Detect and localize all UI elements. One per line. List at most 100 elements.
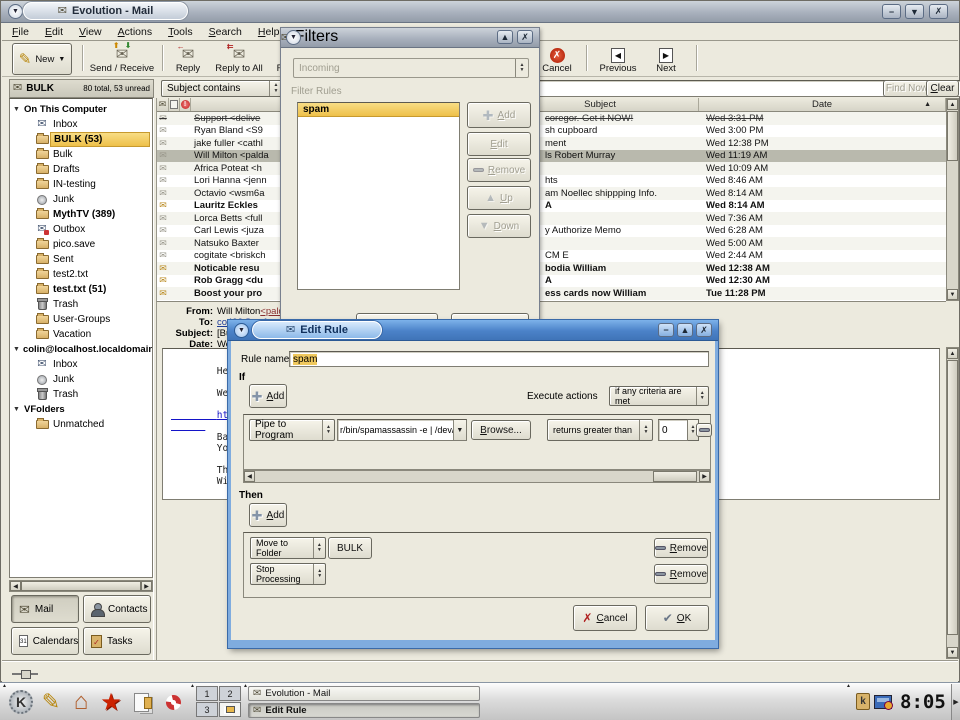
folder-tree-row[interactable]: ▼ Junk [10, 192, 152, 207]
menu-view[interactable]: View [79, 26, 102, 38]
scroll-left-icon[interactable]: ◀ [10, 581, 21, 591]
folder-tree-row[interactable]: ▼ colin@localhost.localdomain [10, 342, 152, 357]
pager-desktop-3[interactable]: 3 [196, 702, 218, 717]
window-menu-button[interactable]: ▼ [234, 323, 249, 338]
close-button[interactable]: ✗ [929, 4, 948, 19]
edit-rule-button[interactable]: Edit [467, 132, 531, 156]
switcher-mail-button[interactable]: ✉ Mail [11, 595, 79, 623]
editor-launcher[interactable]: ✎ [36, 687, 66, 717]
rule-name-input[interactable]: spam [289, 351, 709, 367]
home-launcher[interactable]: ⌂ [66, 687, 96, 717]
k-menu-button[interactable]: K [6, 687, 36, 717]
add-action-button[interactable]: ✚ Add [249, 503, 287, 527]
folder-tree-row[interactable]: ▼ VFolders [10, 402, 152, 417]
menu-edit[interactable]: Edit [45, 26, 63, 38]
main-titlebar[interactable]: ▼ ✉ Evolution - Mail − ▼ ✗ [1, 1, 959, 23]
filter-rules-list[interactable]: spam [297, 102, 460, 290]
shade-button[interactable]: ▲ [497, 30, 513, 44]
send-receive-button[interactable]: ✉⬆⬇ Send / Receive [86, 43, 158, 75]
folder-tree-row[interactable]: ▼ Drafts [10, 162, 152, 177]
add-criterion-button[interactable]: ✚ Add [249, 384, 287, 408]
folder-tree-row[interactable]: ▼ BULK (53) [10, 132, 152, 147]
criteria-horizontal-scrollbar[interactable]: ◀ ▶ [243, 470, 711, 483]
panel-clock[interactable]: 8:05 [900, 691, 946, 713]
close-button[interactable]: ✗ [517, 30, 533, 44]
pager-desktop-4[interactable] [219, 702, 241, 717]
task-edit-rule-button[interactable]: ✉ Edit Rule [248, 703, 480, 718]
folder-tree-row[interactable]: ▼ test2.txt [10, 267, 152, 282]
shade-button[interactable]: ▲ [677, 323, 693, 337]
edit-rule-cancel-button[interactable]: ✗ Cancel [573, 605, 637, 631]
message-row[interactable]: ✉ Carl Lewis <juza y Authorize Memo Wed … [157, 225, 946, 238]
preview-scrollbar[interactable]: ▲ ▼ [946, 347, 959, 659]
message-row[interactable]: ✉ Octavio <wsm6a am Noellec shippping In… [157, 187, 946, 200]
edit-rule-titlebar[interactable]: ▼ ✉ Edit Rule − ▲ ✗ [228, 320, 718, 341]
minimize-button[interactable]: − [882, 4, 901, 19]
message-row[interactable]: ✉ Lauritz Eckles A Wed 8:14 AM [157, 200, 946, 213]
message-row[interactable]: ✉ Africa Poteat <h Wed 10:09 AM [157, 162, 946, 175]
scroll-down-icon[interactable]: ▼ [947, 289, 958, 300]
folder-tree-row[interactable]: ▼ pico.save [10, 237, 152, 252]
message-row[interactable]: ✉ Ryan Bland <S9 sh cupboard Wed 3:00 PM [157, 125, 946, 138]
expander-icon[interactable]: ▼ [10, 106, 21, 113]
folder-tree-row[interactable]: ▼ Bulk [10, 147, 152, 162]
scroll-up-icon[interactable]: ▲ [947, 348, 958, 359]
folder-tree-row[interactable]: ▼ User-Groups [10, 312, 152, 327]
cancel-button[interactable]: ✗ Cancel [534, 43, 580, 75]
comparison-select[interactable]: returns greater than ▲▼ [547, 419, 653, 441]
execute-actions-select[interactable]: if any criteria are met ▲▼ [609, 386, 709, 406]
next-button[interactable]: ▶ Next [646, 43, 686, 75]
menu-actions[interactable]: Actions [118, 26, 152, 38]
pager-desktop-2[interactable]: 2 [219, 686, 241, 701]
folder-tree-row[interactable]: ▼ ✉ Inbox [10, 357, 152, 372]
task-evolution-button[interactable]: ✉ Evolution - Mail [248, 686, 480, 701]
folder-tree-row[interactable]: ▼ Vacation [10, 327, 152, 342]
clear-button[interactable]: Clear [926, 80, 959, 97]
folder-tree-row[interactable]: ▼ MythTV (389) [10, 207, 152, 222]
message-list-scrollbar[interactable]: ▲ ▼ [946, 98, 959, 301]
message-row[interactable]: ✉ Will Milton <palda ls Robert Murray We… [157, 150, 946, 163]
folder-tree-row[interactable]: ▼ Junk [10, 372, 152, 387]
folder-tree-row[interactable]: ▼ IN-testing [10, 177, 152, 192]
scroll-up-icon[interactable]: ▲ [947, 99, 958, 110]
message-row[interactable]: ✉ jake fuller <cathl ment Wed 12:38 PM [157, 137, 946, 150]
klipper-tray-icon[interactable]: k [856, 693, 870, 710]
value-spinbox[interactable]: 0 ▲▼ [658, 419, 699, 441]
message-row[interactable]: ✉ cogitate <briskch CM E Wed 2:44 AM [157, 250, 946, 263]
folder-tree-row[interactable]: ▼ Sent [10, 252, 152, 267]
menu-help[interactable]: Help [258, 26, 280, 38]
remove-action-2-button[interactable]: Remove [654, 564, 708, 584]
app-launcher-star[interactable]: ★ [96, 687, 126, 717]
message-row[interactable]: ✉ Noticable resu bodia William Wed 12:38… [157, 262, 946, 275]
message-row[interactable]: ✉ Natsuko Baxter Wed 5:00 AM [157, 237, 946, 250]
expander-icon[interactable]: ▼ [10, 346, 20, 353]
applet-handle-icon[interactable]: ▲ [190, 684, 195, 689]
expander-icon[interactable]: ▼ [10, 406, 21, 413]
action-2-select[interactable]: Stop Processing ▲▼ [250, 563, 326, 585]
importance-column-icon[interactable]: ! [180, 98, 191, 111]
pager-desktop-1[interactable]: 1 [196, 686, 218, 701]
close-button[interactable]: ✗ [696, 323, 712, 337]
menu-tools[interactable]: Tools [168, 26, 193, 38]
switcher-calendars-button[interactable]: 31 Calendars [11, 627, 79, 655]
find-now-button[interactable]: Find Now [883, 80, 931, 97]
switcher-contacts-button[interactable]: Contacts [83, 595, 151, 623]
target-folder-button[interactable]: BULK [328, 537, 372, 559]
minimize-button[interactable]: − [658, 323, 674, 337]
previous-button[interactable]: ◀ Previous [592, 43, 644, 75]
scroll-left-icon[interactable]: ◀ [244, 471, 255, 482]
message-row[interactable]: ✉ Rob Gragg <du A Wed 12:30 AM [157, 275, 946, 288]
scroll-down-icon[interactable]: ▼ [947, 647, 958, 658]
message-row[interactable]: ✉ Boost your pro ess cards now William T… [157, 287, 946, 300]
browse-button[interactable]: Browse... [471, 420, 531, 440]
panel-hide-arrow[interactable]: ▶ [951, 684, 960, 720]
message-row[interactable]: ✉ Lori Hanna <jenn hts Wed 8:46 AM [157, 175, 946, 188]
message-row[interactable]: ✉ Lorca Betts <full Wed 7:36 AM [157, 212, 946, 225]
remove-criterion-button[interactable] [696, 423, 712, 437]
scroll-right-icon[interactable]: ▶ [141, 581, 152, 591]
action-1-select[interactable]: Move to Folder ▲▼ [250, 537, 326, 559]
move-down-button[interactable]: ▼ Down [467, 214, 531, 238]
folder-tree-row[interactable]: ▼ test.txt (51) [10, 282, 152, 297]
menu-search[interactable]: Search [209, 26, 242, 38]
folder-tree-row[interactable]: ▼ Unmatched [10, 417, 152, 432]
